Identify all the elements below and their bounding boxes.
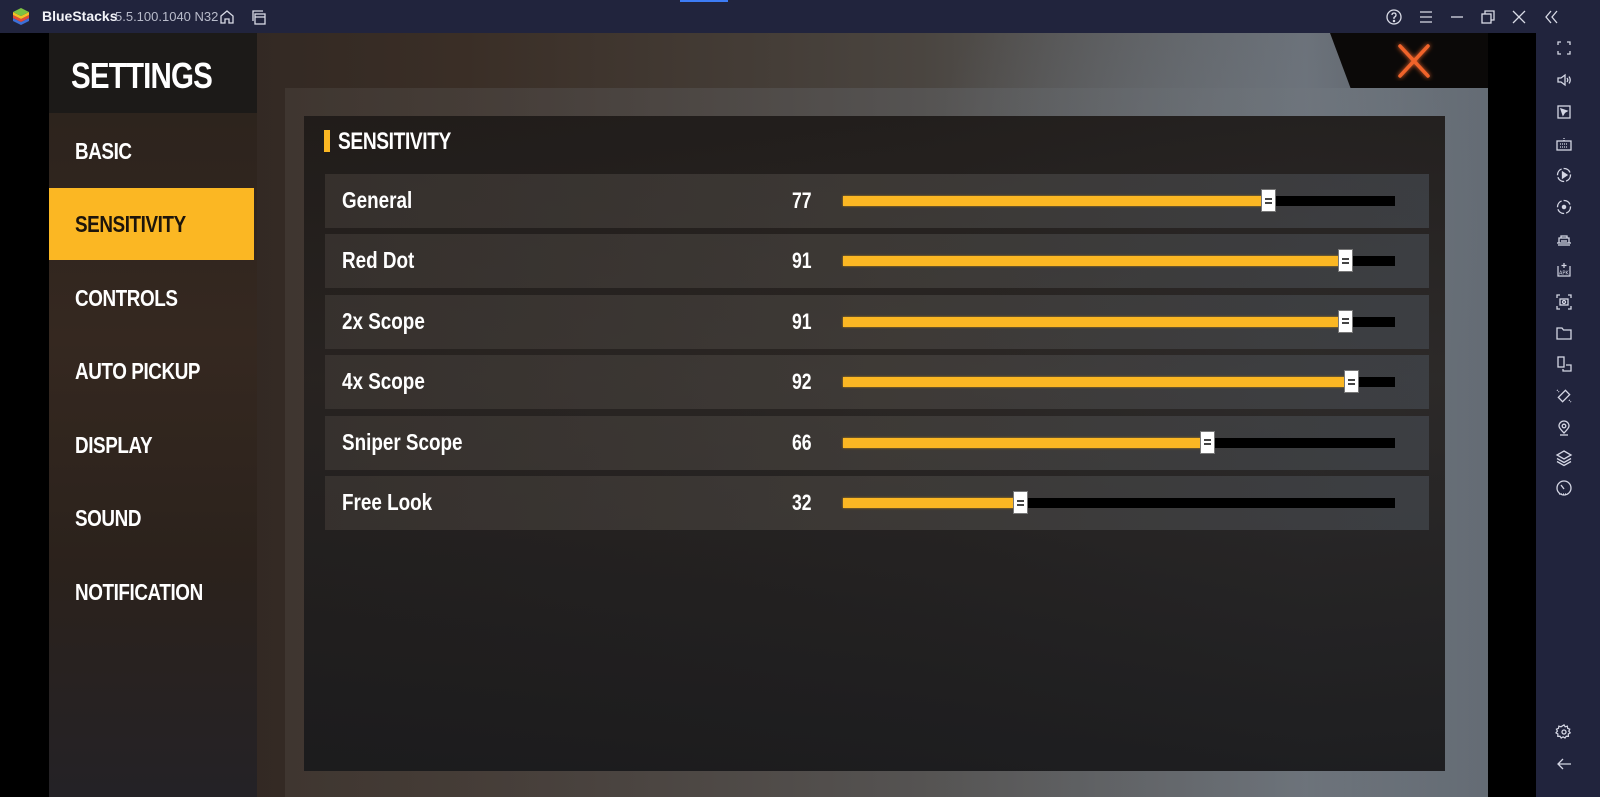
nav-item-sound[interactable]: SOUND xyxy=(49,482,254,554)
sensitivity-row: 4x Scope 92 xyxy=(325,355,1429,410)
title-bar: BlueStacks 5.5.100.1040 N32 xyxy=(0,0,1600,33)
sensitivity-slider[interactable] xyxy=(843,309,1395,333)
sensitivity-slider[interactable] xyxy=(843,189,1395,212)
screenshot-icon[interactable] xyxy=(1553,291,1575,313)
location-icon[interactable] xyxy=(1553,417,1575,439)
settings-title: SETTINGS xyxy=(71,55,213,96)
row-value: 66 xyxy=(792,429,812,455)
slider-fill xyxy=(843,196,1269,206)
nav-item-label: SENSITIVITY xyxy=(75,210,186,237)
section-title: SENSITIVITY xyxy=(338,128,451,155)
menu-icon[interactable] xyxy=(1415,6,1437,28)
sensitivity-slider[interactable] xyxy=(843,430,1395,454)
nav-item-label: CONTROLS xyxy=(75,284,178,311)
row-value: 91 xyxy=(792,308,812,334)
grip-icon xyxy=(1342,257,1350,264)
grip-icon xyxy=(1342,318,1350,325)
section-accent-bar xyxy=(324,130,330,152)
sensitivity-row: 2x Scope 91 xyxy=(325,294,1429,349)
rotate-icon[interactable] xyxy=(1553,385,1575,407)
row-label: 2x Scope xyxy=(342,307,425,334)
close-x-icon xyxy=(1398,44,1430,78)
slider-thumb[interactable] xyxy=(1338,309,1354,333)
row-label: Free Look xyxy=(342,489,433,515)
minimize-icon[interactable] xyxy=(1446,6,1468,28)
home-icon[interactable] xyxy=(216,6,238,28)
sensitivity-slider[interactable] xyxy=(843,249,1395,273)
fullscreen-icon[interactable] xyxy=(1553,37,1575,59)
game-controls-icon[interactable] xyxy=(1553,228,1575,250)
pointer-icon[interactable] xyxy=(1553,101,1575,123)
nav-item-display[interactable]: DISPLAY xyxy=(49,409,254,481)
grip-icon xyxy=(1265,197,1273,204)
bluestacks-logo-icon xyxy=(13,8,29,25)
settings-nav: SETTINGS BASIC SENSITIVITY CONTROLS AUTO… xyxy=(49,33,257,797)
row-value: 92 xyxy=(792,369,812,395)
multi-instance-icon[interactable] xyxy=(248,6,270,28)
volume-icon[interactable] xyxy=(1553,69,1575,91)
row-value: 91 xyxy=(792,248,812,274)
slider-thumb[interactable] xyxy=(1012,491,1028,514)
layers-icon[interactable] xyxy=(1553,447,1575,469)
nav-item-label: BASIC xyxy=(75,137,132,164)
close-settings-button[interactable] xyxy=(1392,41,1436,81)
sensitivity-row: Red Dot 91 xyxy=(325,234,1429,289)
multi-window-icon[interactable] xyxy=(1553,353,1575,375)
sensitivity-row: General 77 xyxy=(325,174,1429,228)
folder-icon[interactable] xyxy=(1553,322,1575,344)
grip-icon xyxy=(1347,378,1355,385)
slider-thumb[interactable] xyxy=(1200,430,1216,454)
row-value: 32 xyxy=(792,490,812,515)
nav-item-sensitivity[interactable]: SENSITIVITY xyxy=(49,188,254,260)
bluestacks-sidebar: APK xyxy=(1536,33,1600,797)
letterbox-left xyxy=(0,33,49,797)
sensitivity-row: Sniper Scope 66 xyxy=(325,415,1429,470)
nav-item-notification[interactable]: NOTIFICATION xyxy=(49,556,254,628)
close-window-icon[interactable] xyxy=(1508,6,1530,28)
slider-fill xyxy=(843,316,1346,327)
slider-thumb[interactable] xyxy=(1343,370,1359,394)
sensitivity-slider[interactable] xyxy=(843,370,1395,394)
app-version: 5.5.100.1040 N32 xyxy=(115,9,219,24)
slider-thumb[interactable] xyxy=(1338,249,1354,273)
install-apk-icon[interactable]: APK xyxy=(1553,259,1575,281)
sensitivity-row: Free Look 32 xyxy=(325,476,1429,530)
row-label: 4x Scope xyxy=(342,368,425,395)
nav-item-label: DISPLAY xyxy=(75,431,153,458)
slider-fill xyxy=(843,437,1208,448)
eco-mode-icon[interactable] xyxy=(1553,477,1575,499)
nav-item-label: AUTO PICKUP xyxy=(75,357,201,384)
nav-item-label: NOTIFICATION xyxy=(75,578,203,605)
nav-item-basic[interactable]: BASIC xyxy=(49,115,254,187)
letterbox-right xyxy=(1488,33,1536,797)
macro-record-icon[interactable] xyxy=(1553,164,1575,186)
slider-thumb[interactable] xyxy=(1261,189,1277,212)
active-tab-indicator xyxy=(680,0,728,2)
keyboard-icon[interactable] xyxy=(1553,133,1575,155)
grip-icon xyxy=(1204,439,1212,446)
row-label: General xyxy=(342,187,413,213)
back-icon[interactable] xyxy=(1553,753,1575,775)
row-value: 77 xyxy=(792,188,812,213)
collapse-sidebar-icon[interactable] xyxy=(1540,6,1562,28)
sensitivity-slider[interactable] xyxy=(843,491,1395,514)
grip-icon xyxy=(1016,499,1024,506)
nav-item-label: SOUND xyxy=(75,504,142,531)
record-icon[interactable] xyxy=(1553,196,1575,218)
row-label: Sniper Scope xyxy=(342,428,463,455)
settings-icon[interactable] xyxy=(1553,721,1575,743)
slider-fill xyxy=(843,498,1020,508)
slider-fill xyxy=(843,256,1346,267)
nav-item-auto-pickup[interactable]: AUTO PICKUP xyxy=(49,335,254,407)
app-name: BlueStacks xyxy=(42,8,118,24)
svg-text:APK: APK xyxy=(1559,271,1569,277)
restore-icon[interactable] xyxy=(1477,6,1499,28)
nav-item-controls[interactable]: CONTROLS xyxy=(49,262,254,334)
row-label: Red Dot xyxy=(342,247,415,274)
help-icon[interactable] xyxy=(1383,6,1405,28)
slider-fill xyxy=(843,377,1351,388)
